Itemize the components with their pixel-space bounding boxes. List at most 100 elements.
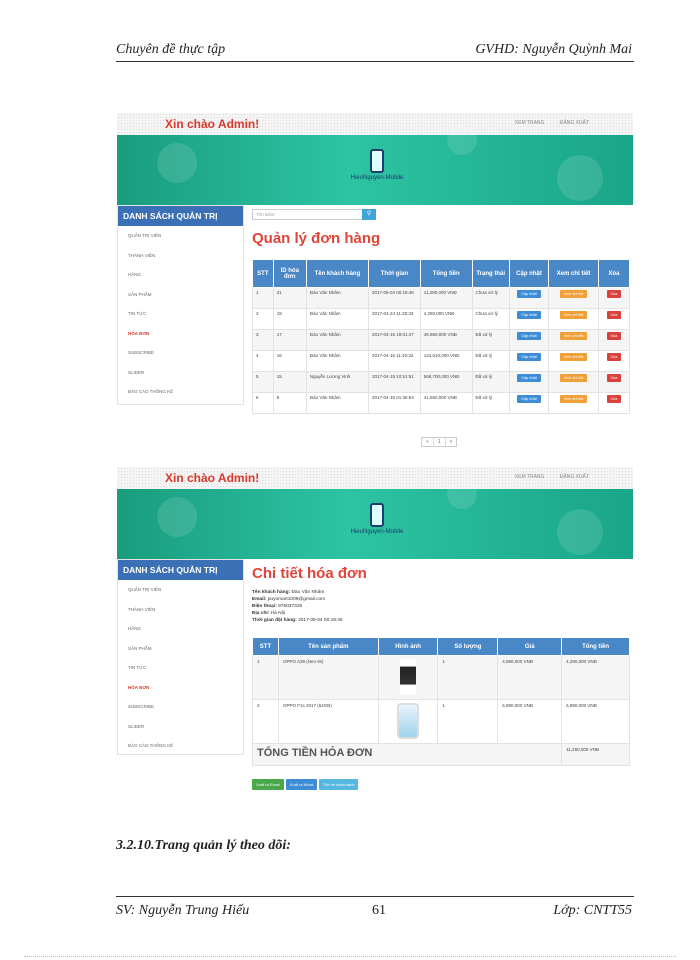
cell-total: 124,610,000 VNĐ [419,350,473,372]
col-id: ID hóa đơn [272,259,307,288]
admin-sidebar: DANH SÁCH QUẢN TRỊ QUẢN TRỊ VIÊN THÀNH V… [117,559,244,755]
delete-button[interactable]: Xóa [606,353,622,361]
cell-customer: Đào Văn Nhâm [305,329,369,351]
cell-id: 21 [272,287,307,309]
site-logo[interactable]: HieuNguyen-Mobile [337,149,417,181]
cell-time: 2017-04-15 01:36:54 [367,392,421,414]
sidebar-item-reports[interactable]: BÁO CÁO THỐNG KÊ [118,736,243,756]
update-button[interactable]: Cập nhật [517,332,541,340]
banner: HieuNguyen-Mobile [117,479,633,559]
sidebar-item-brands[interactable]: HÃNG [118,619,243,639]
view-detail-button[interactable]: Xem chi tiết [559,353,588,361]
col-stt: STT [252,637,279,656]
update-button[interactable]: Cập nhật [517,290,541,298]
export-word-button[interactable]: Xuất ra Word [285,779,318,790]
sidebar-item-reports[interactable]: BÁO CÁO THỐNG KÊ [118,382,243,402]
pager-next[interactable]: » [446,438,457,446]
top-bar: Xin chào Admin! XEM TRANG ĐĂNG XUẤT [117,113,633,135]
cell-customer: Đào Văn Nhâm [305,392,369,414]
col-delete: Xóa [597,259,631,288]
cell-total: 568,700,000 VNĐ [419,371,473,393]
cell-id: 17 [272,329,307,351]
nav-view-site[interactable]: XEM TRANG [515,474,545,480]
sidebar-item-invoices[interactable]: HÓA ĐƠN [118,678,243,698]
search-button[interactable]: ⚲ [362,209,376,220]
cell-stt: 1 [252,287,274,309]
col-price: Giá [497,637,563,656]
search-input[interactable]: Tìm kiếm [252,209,364,220]
header-advisor: GVHD: Nguyễn Quỳnh Mai [475,42,632,57]
sidebar-item-members[interactable]: THÀNH VIÊN [118,600,243,620]
delete-button[interactable]: Xóa [606,374,622,382]
sidebar-item-products[interactable]: SẢN PHẨM [118,639,243,659]
sidebar-item-subscribe[interactable]: SUBSCRIBE [118,697,243,717]
sidebar-item-brands[interactable]: HÃNG [118,265,243,285]
nav-view-site[interactable]: XEM TRANG [515,120,545,126]
invoice-items-table: STT Tên sản phẩm Hình ảnh Số lượng Giá T… [251,637,630,766]
orders-screenshot: Xin chào Admin! XEM TRANG ĐĂNG XUẤT Hieu… [117,113,633,458]
pager-prev[interactable]: « [422,438,434,446]
sidebar-item-admins[interactable]: QUẢN TRỊ VIÊN [118,226,243,246]
cell-total: 4,290,000 VNĐ [419,308,473,330]
table-row: 3 17 Đào Văn Nhâm 2017-04-16 19:01:47 46,860… [252,329,631,351]
export-excel-button[interactable]: Xuất ra Excel [252,779,284,790]
pagination: « 1 » [421,437,458,447]
delete-button[interactable]: Xóa [606,311,622,319]
info-address: Địa chỉ: Hà Nội [252,611,286,616]
product-image [400,659,417,695]
sidebar-item-products[interactable]: SẢN PHẨM [118,285,243,305]
cell-stt: 4 [252,350,274,372]
cell-time: 2017-04-16 11:40:32 [367,350,421,372]
view-detail-button[interactable]: Xem chi tiết [559,395,588,403]
nav-logout[interactable]: ĐĂNG XUẤT [560,120,589,126]
update-button[interactable]: Cập nhật [517,395,541,403]
page-title: Quản lý đơn hàng [252,230,381,247]
sidebar-item-admins[interactable]: QUẢN TRỊ VIÊN [118,580,243,600]
document-footer: SV: Nguyễn Trung Hiếu 61 Lớp: CNTT55 [116,896,634,920]
update-button[interactable]: Cập nhật [517,374,541,382]
delete-button[interactable]: Xóa [606,395,622,403]
sidebar-item-news[interactable]: TIN TỨC [118,304,243,324]
info-phone: Điện thoại: 976037325 [252,604,303,609]
search-icon: ⚲ [366,211,372,217]
cell-id: 15 [272,371,307,393]
sidebar-item-news[interactable]: TIN TỨC [118,658,243,678]
cell-customer: Nguyễn Lương Vinh [305,371,369,393]
cell-stt: 6 [252,392,274,414]
pager-page-1[interactable]: 1 [434,438,446,446]
view-detail-button[interactable]: Xem chi tiết [559,374,588,382]
footer-student: SV: Nguyễn Trung Hiếu [116,903,250,918]
table-row: 5 15 Nguyễn Lương Vinh 2017-04-15 10:51:51 5… [252,371,631,393]
sidebar-item-slider[interactable]: SLIDER [118,717,243,737]
sidebar-item-slider[interactable]: SLIDER [118,363,243,383]
cell-stt: 5 [252,371,274,393]
cell-status: Đã xử lý [471,392,510,414]
sidebar-item-members[interactable]: THÀNH VIÊN [118,246,243,266]
update-button[interactable]: Cập nhật [517,353,541,361]
sidebar-item-subscribe[interactable]: SUBSCRIBE [118,343,243,363]
cell-stt: 2 [252,308,274,330]
view-detail-button[interactable]: Xem chi tiết [559,311,588,319]
view-detail-button[interactable]: Xem chi tiết [559,332,588,340]
sidebar-title: DANH SÁCH QUẢN TRỊ [118,560,243,580]
col-update: Cập nhật [508,259,550,288]
cell-customer: Đào Văn Nhâm [305,350,369,372]
info-order-time: Thời gian đặt hàng: 2017-05-04 00:19:46 [252,618,343,623]
info-name: Tên khách hàng: Đào Văn Nhâm [252,590,325,595]
product-image [397,703,420,739]
back-to-list-button[interactable]: Trở về danh sách [319,779,359,790]
page-number: 61 [372,903,386,918]
update-button[interactable]: Cập nhật [517,311,541,319]
col-line-total: Tổng tiền [561,637,630,656]
table-row: 6 8 Đào Văn Nhâm 2017-04-15 01:36:54 41,550,… [252,392,631,414]
site-logo[interactable]: HieuNguyen-Mobile [337,503,417,535]
delete-button[interactable]: Xóa [606,332,622,340]
nav-logout[interactable]: ĐĂNG XUẤT [560,474,589,480]
table-row: 1 OPPO A39 (Neo 9s) 1 4,990,000 VNĐ 4,29… [252,655,630,700]
grand-total-label: TỔNG TIỀN HÓA ĐƠN [257,747,373,759]
view-detail-button[interactable]: Xem chi tiết [559,290,588,298]
sidebar-item-invoices[interactable]: HÓA ĐƠN [118,324,243,344]
delete-button[interactable]: Xóa [606,290,622,298]
table-row: 1 21 Đào Văn Nhâm 2017-05-04 00:19:46 11,280… [252,287,631,309]
customer-info: Tên khách hàng: Đào Văn Nhâm Email: puyo… [252,589,343,624]
